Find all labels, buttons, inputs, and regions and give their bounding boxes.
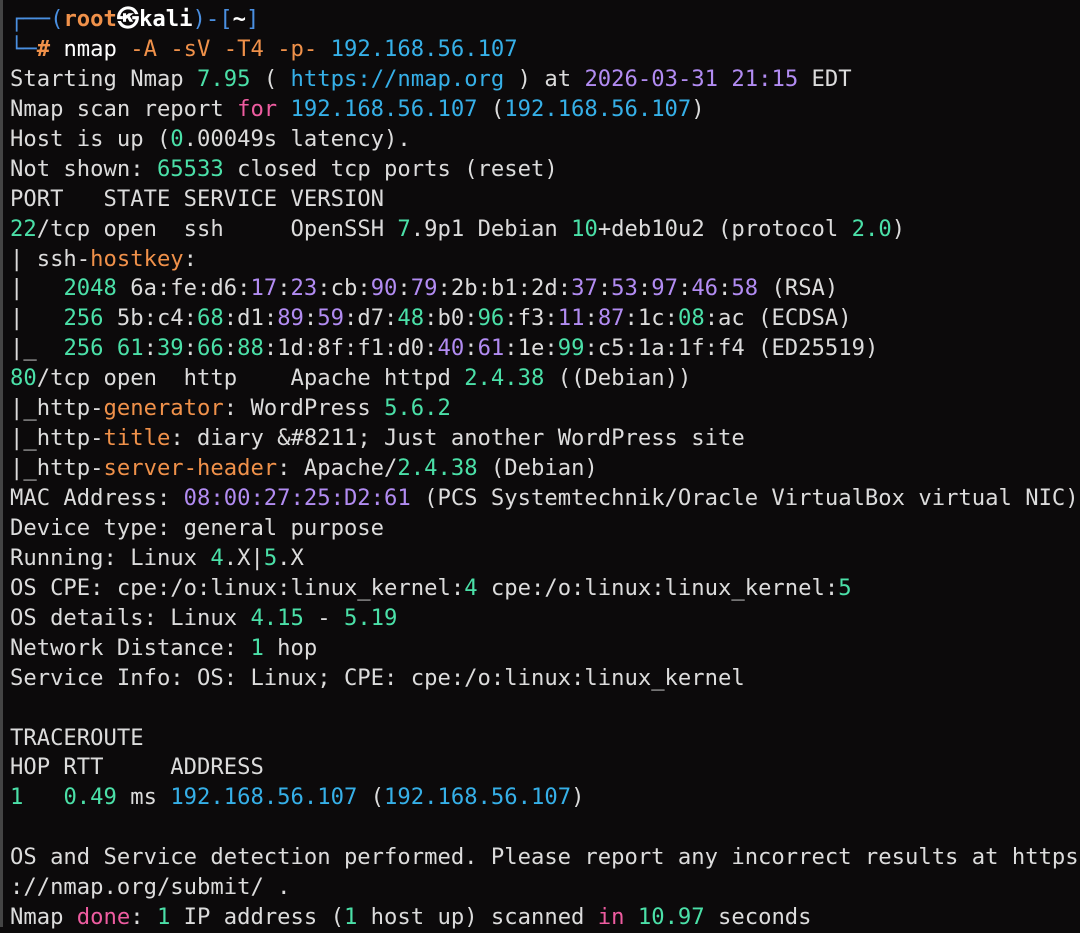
prompt-line: ┌──(root㉿kali)-[~]	[10, 6, 260, 32]
output-start-line: Starting Nmap 7.95 ( https://nmap.org ) …	[10, 65, 852, 92]
scrollbar-edge[interactable]	[0, 0, 3, 927]
command-arg: -sV	[170, 35, 211, 62]
prompt-at: ㉿	[116, 6, 140, 32]
prompt-user: root	[63, 6, 117, 32]
output-port-header: PORT STATE SERVICE VERSION	[10, 185, 385, 212]
output-notshown-line: Not shown: 65533 closed tcp ports (reset…	[10, 155, 558, 182]
command-line[interactable]: └─# nmap -A -sV -T4 -p- 192.168.56.107	[10, 35, 1080, 65]
http-title-line: |_http-title: diary &#8211; Just another…	[10, 425, 745, 452]
output-report-line: Nmap scan report for 192.168.56.107 (192…	[10, 95, 705, 122]
network-distance-line: Network Distance: 1 hop	[10, 634, 318, 661]
nmap-url-link[interactable]: https://nmap.org	[291, 66, 505, 92]
os-cpe-line: OS CPE: cpe:/o:linux:linux_kernel:4 cpe:…	[10, 574, 852, 601]
command-arg: -T4	[223, 35, 264, 62]
ssh-key-rsa: | 2048 6a:fe:d6:17:23:cb:90:79:2b:b1:2d:…	[10, 275, 839, 302]
footer-line-2: ://nmap.org/submit/ .	[10, 874, 291, 901]
ssh-key-ecdsa: | 256 5b:c4:68:d1:89:59:d7:48:b0:96:f3:1…	[10, 305, 852, 332]
command-name: nmap	[63, 35, 117, 62]
service-info-line: Service Info: OS: Linux; CPE: cpe:/o:lin…	[10, 664, 745, 691]
footer-line-1: OS and Service detection performed. Plea…	[10, 844, 1079, 871]
output-host-line: Host is up (0.00049s latency).	[10, 125, 411, 152]
traceroute-row: 1 0.49 ms 192.168.56.107 (192.168.56.107…	[10, 784, 585, 811]
running-line: Running: Linux 4.X|5.X	[10, 544, 304, 571]
port-row-ssh: 22/tcp open ssh OpenSSH 7.9p1 Debian 10+…	[10, 215, 906, 242]
traceroute-title: TRACEROUTE	[10, 724, 144, 751]
terminal-window[interactable]: ┌──(root㉿kali)-[~] └─# nmap -A -sV -T4 -…	[0, 0, 1080, 930]
ssh-hostkey-line: | ssh-hostkey:	[10, 245, 198, 272]
command-target: 192.168.56.107	[330, 35, 518, 62]
traceroute-header: HOP RTT ADDRESS	[10, 754, 264, 781]
prompt-dir: ~	[232, 6, 246, 32]
http-generator-line: |_http-generator: WordPress 5.6.2	[10, 395, 451, 422]
command-arg: -p-	[277, 35, 318, 62]
mac-address-line: MAC Address: 08:00:27:25:D2:61 (PCS Syst…	[10, 485, 1079, 511]
ssh-key-ed25519: |_ 256 61:39:66:88:1d:8f:f1:d0:40:61:1e:…	[10, 335, 879, 362]
http-server-header-line: |_http-server-header: Apache/2.4.38 (Deb…	[10, 455, 598, 482]
prompt-host: kali	[139, 6, 193, 32]
device-type-line: Device type: general purpose	[10, 514, 385, 541]
os-details-line: OS details: Linux 4.15 - 5.19	[10, 604, 398, 631]
done-line: Nmap done: 1 IP address (1 host up) scan…	[10, 904, 812, 931]
port-row-http: 80/tcp open http Apache httpd 2.4.38 ((D…	[10, 365, 692, 392]
command-arg: -A	[130, 35, 157, 62]
